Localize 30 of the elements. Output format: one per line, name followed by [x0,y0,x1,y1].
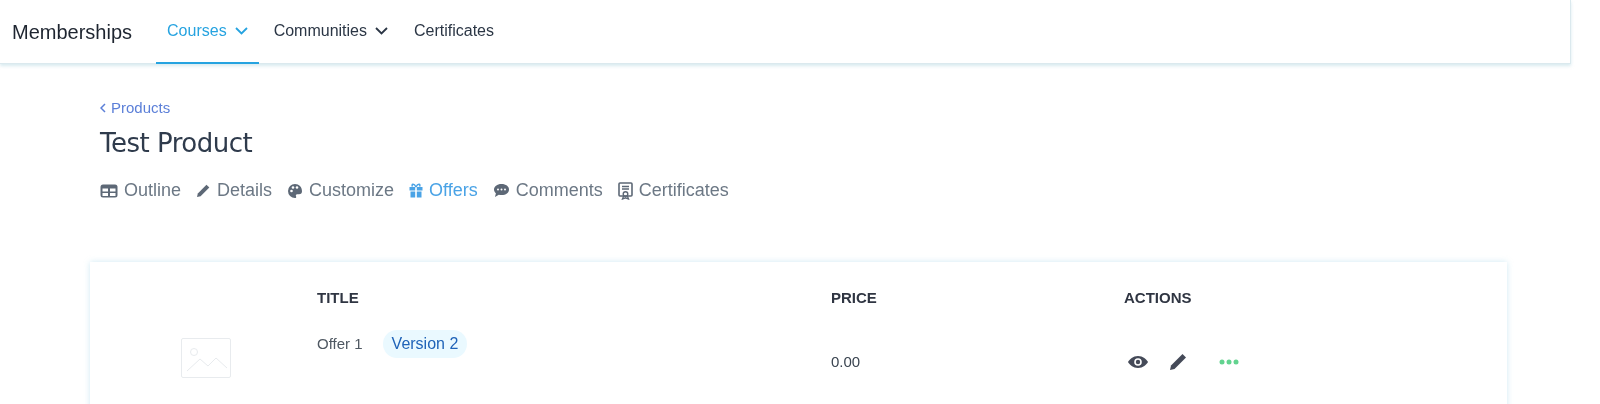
pencil-icon [1169,352,1188,371]
tab[interactable]: Outline [100,177,182,204]
table-icon [100,183,118,198]
view-button[interactable] [1127,354,1149,369]
column-header: ACTIONS [1124,288,1192,306]
certificate-icon [617,181,633,200]
nav-tab[interactable]: Certificates [403,0,505,64]
gift-icon [409,183,424,198]
tab[interactable]: Certificates [617,177,729,204]
tab[interactable]: Customize [287,177,395,204]
version-badge: Version 2 [382,330,468,358]
eye-icon [1127,354,1149,369]
breadcrumb-link[interactable]: Products [100,96,171,120]
column-header: TITLE [317,288,359,306]
more-icon [1219,358,1239,365]
tab[interactable]: Offers [409,177,478,204]
speech-bubble-icon [492,183,510,198]
nav-tab[interactable]: Communities [262,0,399,64]
column-header: PRICE [831,288,877,306]
palette-icon [287,182,304,199]
page-title: Test Product [100,127,254,160]
nav-tab[interactable]: Courses [156,0,259,64]
table-cell-text: Offer 1 [317,333,363,354]
table-cell: 0.00 [831,353,861,370]
tab[interactable]: Details [196,177,273,204]
edit-button[interactable] [1169,352,1188,371]
app-title: Memberships [12,19,133,45]
chevron-left-icon [100,103,106,113]
pencil-icon [196,183,212,198]
tab[interactable]: Comments [492,177,603,204]
